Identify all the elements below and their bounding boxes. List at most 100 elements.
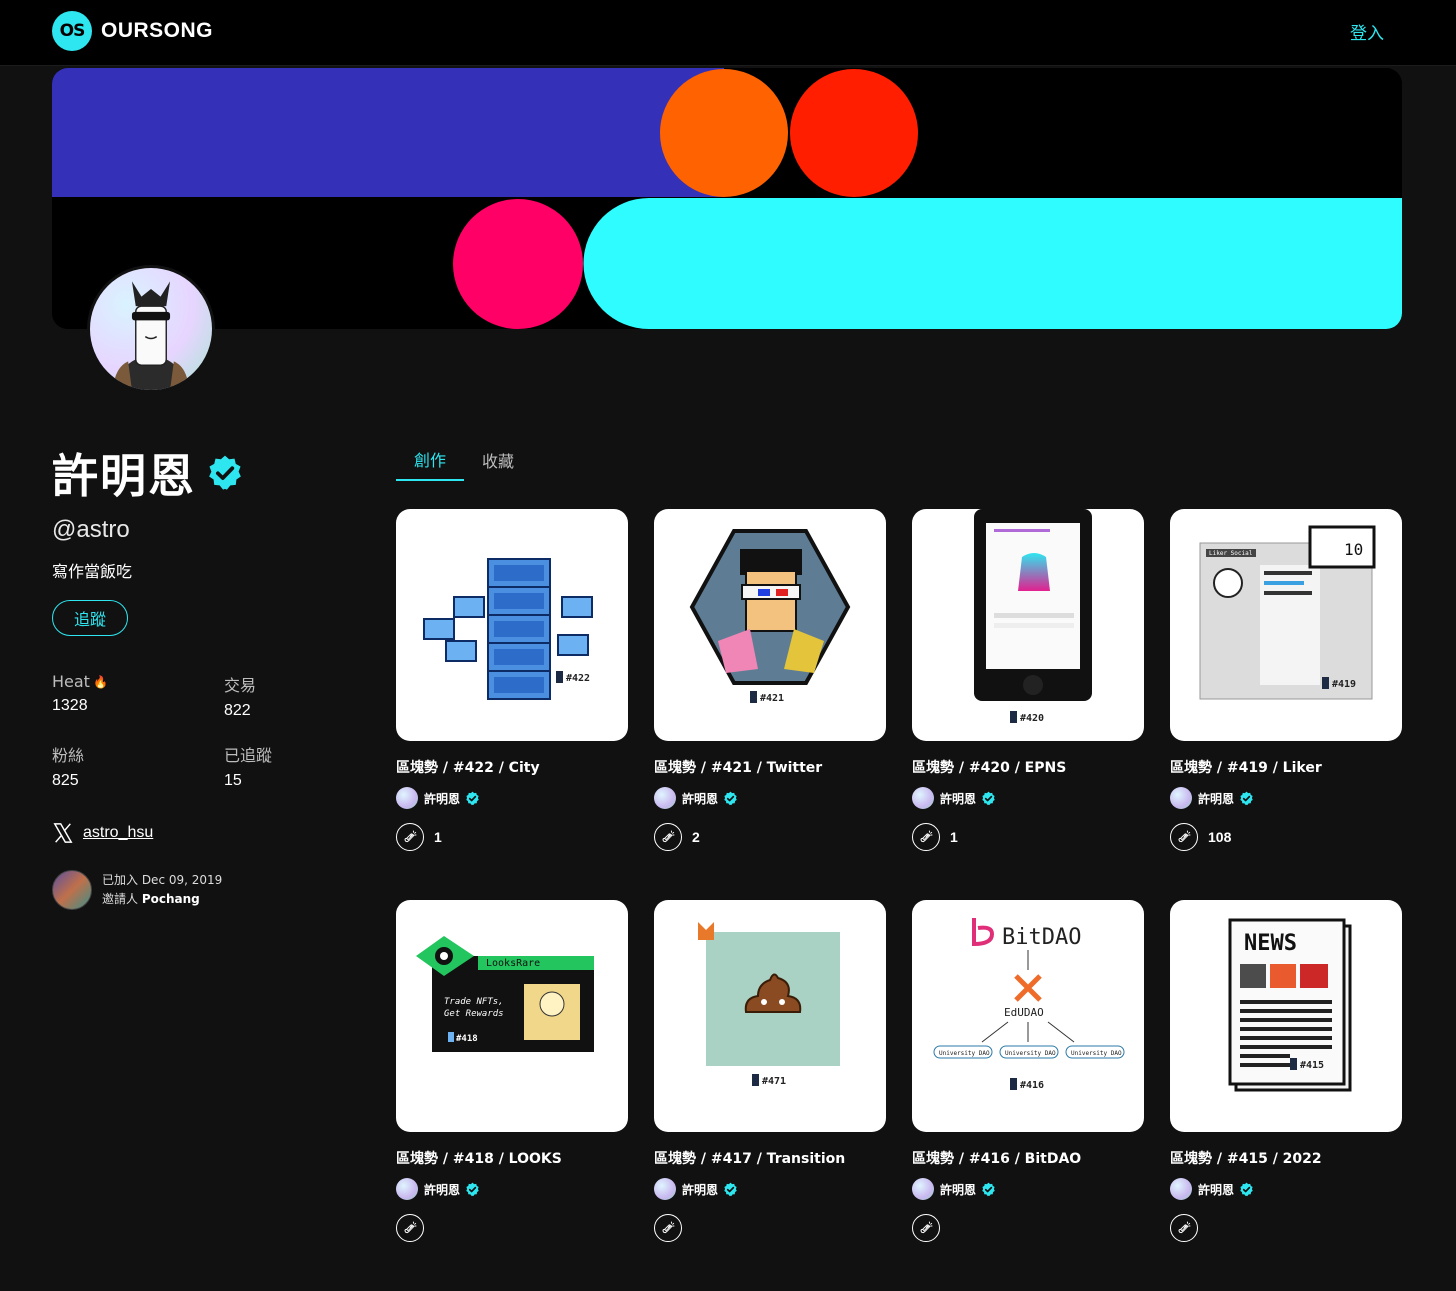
like-button[interactable] (912, 1214, 940, 1242)
like-row (912, 1214, 1144, 1242)
nft-card: #471 區塊勢 / #417 / Transition 許明恩 (654, 900, 886, 1291)
author-name: 許明恩 (940, 1182, 977, 1197)
logo-text: OURSONG (101, 19, 214, 42)
like-button[interactable] (912, 823, 940, 851)
nft-artwork: #471 (698, 922, 840, 1087)
like-button[interactable] (1170, 823, 1198, 851)
like-button[interactable] (396, 1214, 424, 1242)
verified-badge-icon (1240, 1182, 1253, 1196)
svg-text:University DAO: University DAO (939, 1050, 990, 1057)
like-button[interactable] (654, 1214, 682, 1242)
svg-text:#415: #415 (1300, 1060, 1324, 1071)
clap-icon (404, 1221, 417, 1234)
nft-author[interactable]: 許明恩 (396, 787, 628, 809)
clap-icon (404, 830, 417, 843)
author-name: 許明恩 (1198, 1182, 1235, 1197)
nft-artwork: NEWS #415 (1228, 918, 1352, 1092)
oursong-logo[interactable]: OS OURSONG (52, 11, 213, 51)
nft-title[interactable]: 區塊勢 / #416 / BitDAO (912, 1148, 1144, 1168)
verified-badge-icon (982, 1182, 995, 1196)
content-tabs: 創作 收藏 (396, 438, 528, 481)
author-avatar (654, 787, 676, 809)
twitter-handle-link[interactable]: astro_hsu (83, 824, 153, 842)
nft-card: #422 區塊勢 / #422 / City 許明恩 1 (396, 509, 628, 900)
follow-button[interactable]: 追蹤 (52, 600, 128, 636)
profile-avatar[interactable] (87, 265, 215, 393)
stat-value: 1328 (52, 697, 88, 714)
edition-number: #416 (1010, 1078, 1044, 1091)
nft-title[interactable]: 區塊勢 / #422 / City (396, 757, 628, 777)
edition-number: #419 (1322, 677, 1356, 690)
svg-text:10: 10 (1344, 540, 1363, 559)
svg-text:#416: #416 (1020, 1080, 1044, 1091)
x-twitter-icon (53, 823, 73, 843)
author-name: 許明恩 (1198, 791, 1235, 806)
stat-label: Heat (52, 672, 90, 691)
nft-card: BitDAO EdUDAO University DAO University D… (912, 900, 1144, 1291)
nft-author[interactable]: 許明恩 (912, 787, 1144, 809)
author-avatar (396, 787, 418, 809)
like-row (654, 1214, 886, 1242)
svg-text:NEWS: NEWS (1244, 931, 1297, 956)
author-name: 許明恩 (424, 1182, 461, 1197)
inviter-name[interactable]: Pochang (142, 892, 200, 906)
joined-date: 已加入 Dec 09, 2019 (102, 873, 223, 887)
svg-text:Get Rewards: Get Rewards (444, 1009, 504, 1019)
logo-mark-icon: OS (52, 11, 92, 51)
nft-title[interactable]: 區塊勢 / #421 / Twitter (654, 757, 886, 777)
stat-heat: Heat 🔥 1328 (52, 672, 224, 720)
nft-title[interactable]: 區塊勢 / #420 / EPNS (912, 757, 1144, 777)
author-name: 許明恩 (682, 1182, 719, 1197)
like-row: 1 (912, 823, 1144, 851)
nft-author[interactable]: 許明恩 (654, 1178, 886, 1200)
nft-thumbnail[interactable]: BitDAO EdUDAO University DAO University D… (912, 900, 1144, 1132)
nft-thumbnail[interactable]: NEWS #415 (1170, 900, 1402, 1132)
like-row: 1 (396, 823, 628, 851)
stat-value: 822 (224, 702, 251, 719)
nft-card: #421 區塊勢 / #421 / Twitter 許明恩 2 (654, 509, 886, 900)
nft-thumbnail[interactable]: #471 (654, 900, 886, 1132)
edition-number: #415 (1290, 1058, 1324, 1071)
nft-author[interactable]: 許明恩 (654, 787, 886, 809)
like-row (1170, 1214, 1402, 1242)
verified-badge-icon (724, 791, 737, 805)
nft-title[interactable]: 區塊勢 / #415 / 2022 (1170, 1148, 1402, 1168)
nft-author[interactable]: 許明恩 (1170, 787, 1402, 809)
login-button[interactable]: 登入 (1350, 19, 1384, 44)
nft-thumbnail[interactable]: Liker Social 10 #419 (1170, 509, 1402, 741)
verified-badge-icon (1240, 791, 1253, 805)
tab-creations[interactable]: 創作 (396, 438, 464, 481)
edition-number: #421 (750, 691, 784, 704)
nft-thumbnail[interactable]: LooksRare Trade NFTs, Get Rewards #418 (396, 900, 628, 1132)
svg-text:Liker Social: Liker Social (1209, 550, 1253, 557)
nft-thumbnail[interactable]: #422 (396, 509, 628, 741)
profile-stats: Heat 🔥 1328 交易 822 粉絲 825 已追蹤 15 (52, 672, 352, 790)
nft-title[interactable]: 區塊勢 / #417 / Transition (654, 1148, 886, 1168)
svg-text:#422: #422 (566, 673, 590, 684)
tab-collections[interactable]: 收藏 (468, 438, 528, 481)
stat-following[interactable]: 已追蹤 15 (224, 742, 344, 790)
like-button[interactable] (396, 823, 424, 851)
nft-title[interactable]: 區塊勢 / #419 / Liker (1170, 757, 1402, 777)
clap-icon (920, 1221, 933, 1234)
like-button[interactable] (654, 823, 682, 851)
stat-followers[interactable]: 粉絲 825 (52, 742, 224, 790)
profile-handle: @astro (52, 516, 130, 543)
like-row: 108 (1170, 823, 1402, 851)
verified-badge-icon (466, 1182, 479, 1196)
nft-thumbnail[interactable]: #421 (654, 509, 886, 741)
nft-author[interactable]: 許明恩 (912, 1178, 1144, 1200)
nft-card: Liker Social 10 #419 區塊勢 / #419 / Liker 許… (1170, 509, 1402, 900)
svg-text:University DAO: University DAO (1005, 1050, 1056, 1057)
inviter-avatar[interactable] (52, 870, 92, 910)
nft-title[interactable]: 區塊勢 / #418 / LOOKS (396, 1148, 628, 1168)
like-row (396, 1214, 628, 1242)
nft-thumbnail[interactable]: #420 (912, 509, 1144, 741)
nft-author[interactable]: 許明恩 (396, 1178, 628, 1200)
like-button[interactable] (1170, 1214, 1198, 1242)
profile-banner (52, 68, 1402, 329)
nft-author[interactable]: 許明恩 (1170, 1178, 1402, 1200)
nft-card: LooksRare Trade NFTs, Get Rewards #418 區… (396, 900, 628, 1291)
stat-trades[interactable]: 交易 822 (224, 672, 344, 720)
clap-icon (1178, 830, 1191, 843)
